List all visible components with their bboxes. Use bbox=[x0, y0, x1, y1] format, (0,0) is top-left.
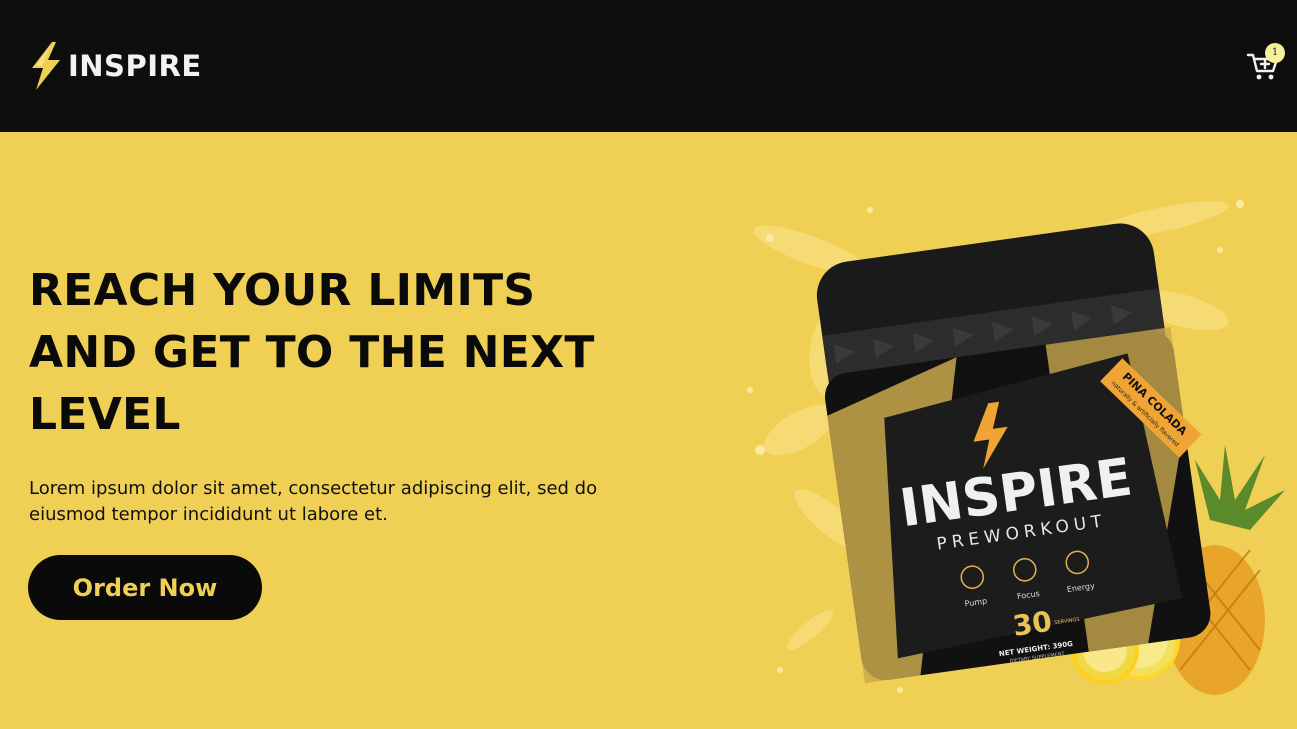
hero-headline: REACH YOUR LIMITS AND GET TO THE NEXT LE… bbox=[29, 265, 595, 440]
jar-servings: 30 bbox=[1011, 605, 1054, 643]
preworkout-jar: INSPIRE PREWORKOUT Pump Focus Energy 30 … bbox=[816, 223, 1211, 684]
navbar: INSPIRE 1 bbox=[0, 0, 1297, 132]
hero-description: Lorem ipsum dolor sit amet, consectetur … bbox=[29, 478, 598, 525]
product-image: INSPIRE PREWORKOUT Pump Focus Energy 30 … bbox=[747, 200, 1285, 695]
brand-logo[interactable]: INSPIRE bbox=[28, 42, 202, 90]
lightning-bolt-icon bbox=[32, 42, 60, 90]
brand-name: INSPIRE bbox=[68, 49, 202, 83]
cart-count-badge: 1 bbox=[1265, 43, 1285, 63]
order-now-button[interactable]: Order Now bbox=[28, 555, 262, 620]
